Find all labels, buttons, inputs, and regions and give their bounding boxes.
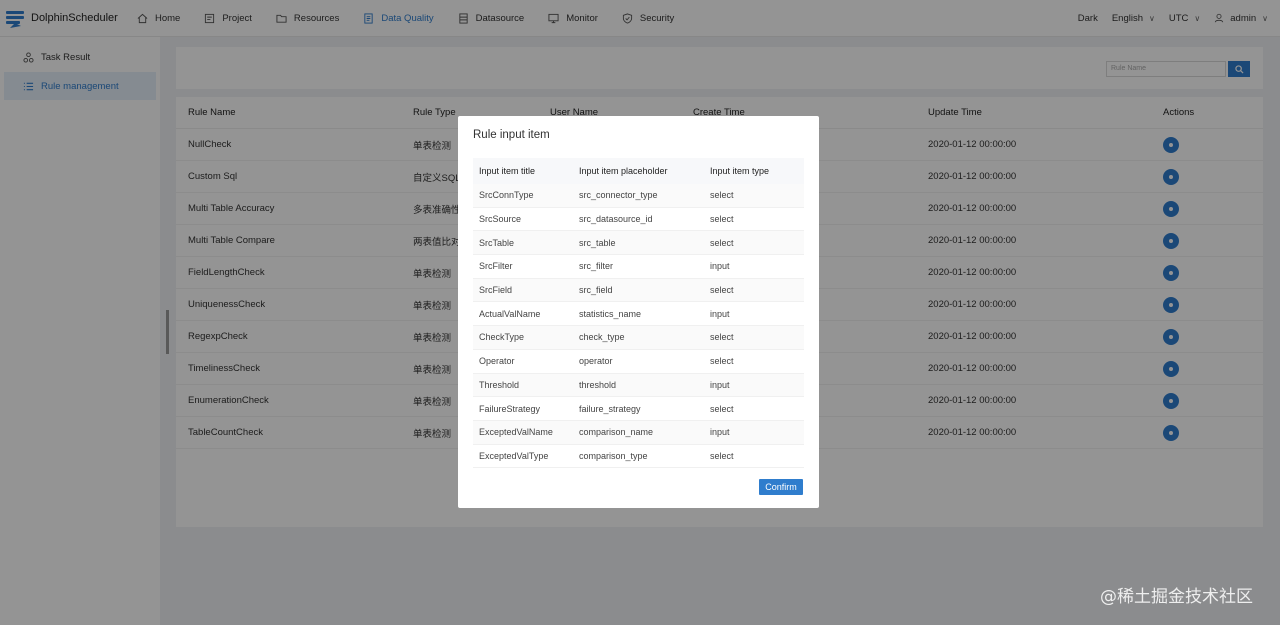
- rule-input-item-modal: Rule input item Input item title Input i…: [458, 116, 819, 508]
- input-item-row: CheckType check_type select: [473, 326, 804, 350]
- input-item-row: SrcTable src_table select: [473, 231, 804, 256]
- input-item-type-cell: input: [710, 379, 730, 390]
- input-item-placeholder-cell: src_datasource_id: [579, 214, 653, 225]
- input-item-placeholder-cell: src_filter: [579, 261, 614, 272]
- input-item-type-cell: input: [710, 427, 730, 438]
- modal-title: Rule input item: [473, 129, 550, 141]
- input-item-type-cell: select: [710, 237, 734, 248]
- col-input-item-placeholder: Input item placeholder: [579, 166, 668, 176]
- col-input-item-title: Input item title: [479, 166, 536, 176]
- input-item-row: Operator operator select: [473, 350, 804, 374]
- input-item-placeholder-cell: src_connector_type: [579, 190, 658, 201]
- input-item-title-cell: SrcSource: [479, 214, 522, 225]
- col-input-item-type: Input item type: [710, 166, 770, 176]
- input-item-placeholder-cell: comparison_type: [579, 450, 648, 461]
- input-item-placeholder-cell: operator: [579, 356, 613, 367]
- input-item-title-cell: ExceptedValName: [479, 427, 553, 438]
- input-item-type-cell: input: [710, 261, 730, 272]
- input-item-row: SrcConnType src_connector_type select: [473, 184, 804, 208]
- input-item-placeholder-cell: failure_strategy: [579, 403, 641, 414]
- input-item-type-cell: select: [710, 356, 734, 367]
- input-item-placeholder-cell: comparison_name: [579, 427, 654, 438]
- input-item-row: Threshold threshold input: [473, 373, 804, 398]
- input-item-row: SrcFilter src_filter input: [473, 255, 804, 279]
- input-item-row: SrcField src_field select: [473, 278, 804, 303]
- input-item-table: Input item title Input item placeholder …: [473, 158, 804, 469]
- input-item-type-cell: select: [710, 403, 734, 414]
- input-item-placeholder-cell: src_field: [579, 285, 613, 296]
- input-item-title-cell: SrcConnType: [479, 190, 534, 201]
- input-item-row: SrcSource src_datasource_id select: [473, 208, 804, 232]
- input-item-placeholder-cell: statistics_name: [579, 308, 642, 319]
- watermark: @稀土掘金技术社区: [1100, 587, 1253, 607]
- input-item-table-header: Input item title Input item placeholder …: [473, 158, 804, 184]
- input-item-row: ExceptedValName comparison_name input: [473, 420, 804, 445]
- input-item-placeholder-cell: check_type: [579, 332, 625, 343]
- input-item-type-cell: select: [710, 190, 734, 201]
- input-item-type-cell: select: [710, 332, 734, 343]
- input-item-placeholder-cell: threshold: [579, 379, 617, 390]
- input-item-title-cell: Threshold: [479, 379, 520, 390]
- input-item-row: FailureStrategy failure_strategy select: [473, 397, 804, 421]
- input-item-title-cell: ExceptedValType: [479, 450, 549, 461]
- input-item-title-cell: SrcTable: [479, 237, 515, 248]
- input-item-title-cell: FailureStrategy: [479, 403, 541, 414]
- input-item-title-cell: SrcField: [479, 285, 513, 296]
- input-item-placeholder-cell: src_table: [579, 237, 616, 248]
- input-item-title-cell: CheckType: [479, 332, 525, 343]
- input-item-table-body: SrcConnType src_connector_type select SrcSo…: [473, 184, 804, 469]
- input-item-title-cell: SrcFilter: [479, 261, 513, 272]
- input-item-type-cell: select: [710, 450, 734, 461]
- input-item-title-cell: ActualValName: [479, 308, 541, 319]
- input-item-type-cell: select: [710, 285, 734, 296]
- input-item-type-cell: input: [710, 308, 730, 319]
- input-item-row: ActualValName statistics_name input: [473, 302, 804, 327]
- confirm-button[interactable]: Confirm: [759, 479, 803, 495]
- input-item-title-cell: Operator: [479, 356, 515, 367]
- input-item-row: ExceptedValType comparison_type select: [473, 445, 804, 469]
- input-item-type-cell: select: [710, 214, 734, 225]
